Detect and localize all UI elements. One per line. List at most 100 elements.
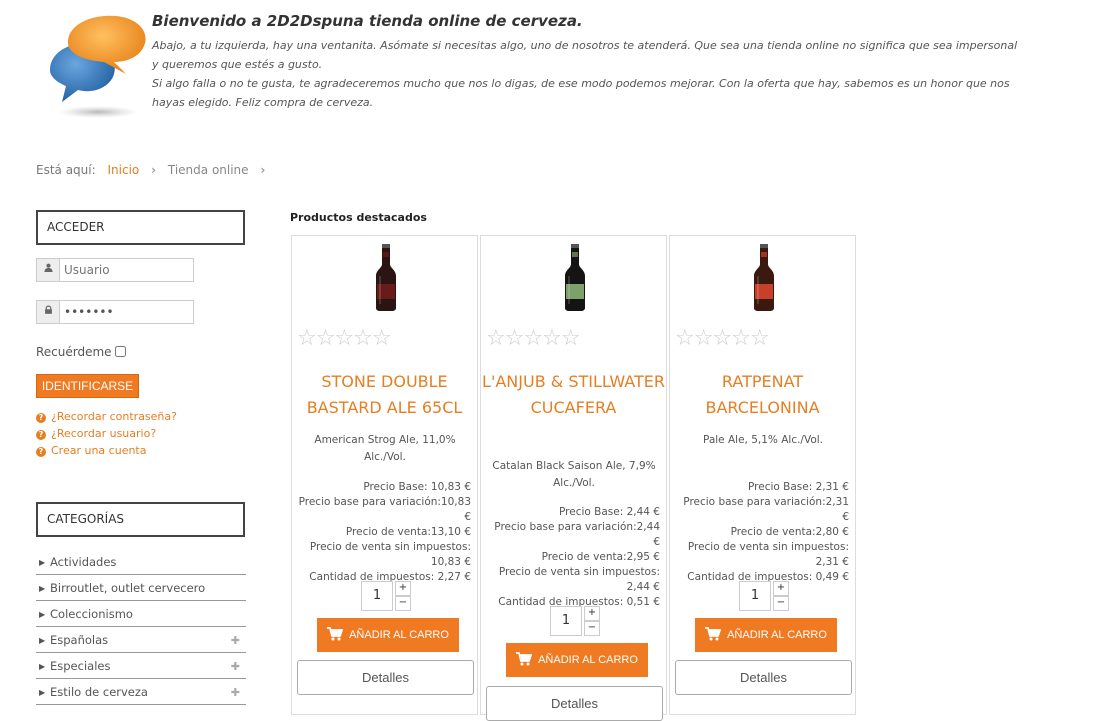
- category-item[interactable]: ▶ Actividades: [36, 550, 246, 575]
- remember-me-label: Recuérdeme: [36, 345, 112, 359]
- add-to-cart-label[interactable]: AÑADIR AL CARRO: [349, 629, 449, 641]
- price-line: Precio base para variación:10,83 €: [298, 496, 471, 523]
- breadcrumb-prefix: Está aquí:: [36, 163, 96, 177]
- featured-products-heading: Productos destacados: [290, 211, 427, 224]
- category-label[interactable]: Actividades: [50, 555, 116, 569]
- cart-icon: [705, 627, 722, 641]
- caret-right-icon: ▶: [39, 636, 46, 645]
- categories-module-title: CATEGORÍAS: [36, 502, 245, 537]
- welcome-paragraph: Abajo, a tu izquierda, hay una ventanita…: [152, 39, 1018, 71]
- price-line: 2,31 €: [815, 556, 849, 568]
- product-image[interactable]: [367, 242, 405, 312]
- breadcrumb-home-link[interactable]: Inicio: [108, 163, 140, 177]
- welcome-paragraph: Si algo falla o no te gusta, te agradece…: [152, 77, 1010, 109]
- quantity-stepper: 1 + −: [550, 606, 600, 638]
- price-line: Precio Base: 10,83 €: [363, 481, 471, 493]
- product-image[interactable]: [745, 242, 783, 312]
- cart-icon: [327, 627, 344, 641]
- expand-icon[interactable]: ✚: [231, 654, 240, 679]
- category-item[interactable]: ▶ Españolas ✚: [36, 628, 246, 653]
- add-to-cart-button[interactable]: AÑADIR AL CARRO: [506, 643, 648, 677]
- category-item[interactable]: ▶ Birroutlet, outlet cervecero: [36, 576, 246, 601]
- forgot-password-link[interactable]: ? ¿Recordar contraseña?: [36, 410, 177, 423]
- beer-bottle-icon: [565, 244, 585, 311]
- category-item[interactable]: ▶ Especiales ✚: [36, 654, 246, 679]
- caret-right-icon: ▶: [39, 662, 46, 671]
- price-line: Precio de venta sin impuestos:: [498, 566, 660, 578]
- login-button[interactable]: IDENTIFICARSE: [36, 374, 139, 398]
- expand-icon[interactable]: ✚: [231, 628, 240, 653]
- create-account-label[interactable]: Crear una cuenta: [51, 444, 146, 457]
- product-description: American Strog Ale, 11,0% Alc./Vol.: [314, 434, 456, 463]
- price-line: Precio de venta sin impuestos:: [309, 541, 471, 553]
- breadcrumb-current[interactable]: Tienda online: [168, 163, 249, 177]
- quantity-plus-button[interactable]: +: [584, 606, 600, 621]
- forgot-password-label[interactable]: ¿Recordar contraseña?: [51, 410, 177, 423]
- quantity-plus-button[interactable]: +: [395, 581, 411, 596]
- rating-stars-icon[interactable]: ☆☆☆☆☆: [486, 328, 581, 350]
- forgot-username-link[interactable]: ? ¿Recordar usuario?: [36, 427, 156, 440]
- details-button[interactable]: Detalles: [297, 660, 474, 695]
- welcome-title: Bienvenido a 2D2Dspuna tienda online de …: [152, 12, 583, 30]
- category-label[interactable]: Españolas: [50, 633, 108, 647]
- password-field[interactable]: [36, 300, 194, 324]
- quantity-plus-button[interactable]: +: [773, 581, 789, 596]
- question-circle-icon: ?: [36, 430, 46, 440]
- quantity-input[interactable]: 1: [739, 581, 771, 611]
- quantity-minus-button[interactable]: −: [395, 596, 411, 611]
- speech-bubbles-logo: [40, 10, 152, 122]
- caret-right-icon: ▶: [39, 584, 46, 593]
- question-circle-icon: ?: [36, 447, 46, 457]
- product-name[interactable]: STONE DOUBLE BASTARD ALE 65CL: [292, 369, 477, 421]
- product-name[interactable]: L'ANJUB & STILLWATER CUCAFERA: [481, 369, 666, 421]
- category-label[interactable]: Birroutlet, outlet cervecero: [50, 581, 205, 595]
- product-prices: Precio Base: 2,31 € Precio base para var…: [674, 480, 849, 585]
- category-label[interactable]: Especiales: [50, 659, 110, 673]
- chevron-right-icon: ›: [151, 163, 157, 177]
- rating-stars-icon[interactable]: ☆☆☆☆☆: [297, 328, 392, 350]
- add-to-cart-button[interactable]: AÑADIR AL CARRO: [317, 618, 459, 652]
- remember-me: Recuérdeme: [36, 345, 126, 359]
- price-line: Precio base para variación:2,44 €: [494, 521, 660, 548]
- product-description: Pale Ale, 5,1% Alc./Vol.: [702, 434, 824, 446]
- remember-me-checkbox[interactable]: [114, 346, 126, 357]
- quantity-input[interactable]: 1: [550, 606, 582, 636]
- category-label[interactable]: Estilo de cerveza: [50, 685, 148, 699]
- category-item[interactable]: ▶ Coleccionismo: [36, 602, 246, 627]
- add-to-cart-label[interactable]: AÑADIR AL CARRO: [727, 629, 827, 641]
- price-line: Precio base para variación:2,31 €: [683, 496, 849, 523]
- beer-bottle-icon: [376, 244, 396, 311]
- product-card: ☆☆☆☆☆ STONE DOUBLE BASTARD ALE 65CL Amer…: [291, 235, 478, 715]
- product-image[interactable]: [556, 242, 594, 312]
- beer-bottle-icon: [754, 244, 774, 311]
- product-description: Catalan Black Saison Ale, 7,9% Alc./Vol.: [492, 460, 656, 489]
- price-line: Precio de venta:2,95 €: [541, 551, 660, 563]
- add-to-cart-button[interactable]: AÑADIR AL CARRO: [695, 618, 837, 652]
- expand-icon[interactable]: ✚: [231, 680, 240, 705]
- login-module-title: ACCEDER: [36, 210, 245, 245]
- password-input[interactable]: [60, 301, 190, 323]
- price-line: Precio Base: 2,31 €: [748, 481, 849, 493]
- product-card: ☆☆☆☆☆ L'ANJUB & STILLWATER CUCAFERA Cata…: [480, 235, 667, 721]
- add-to-cart-label[interactable]: AÑADIR AL CARRO: [538, 654, 638, 666]
- caret-right-icon: ▶: [39, 688, 46, 697]
- quantity-input[interactable]: 1: [361, 581, 393, 611]
- details-button[interactable]: Detalles: [675, 660, 852, 695]
- quantity-minus-button[interactable]: −: [773, 596, 789, 611]
- create-account-link[interactable]: ? Crear una cuenta: [36, 444, 146, 457]
- details-button[interactable]: Detalles: [486, 686, 663, 721]
- username-input[interactable]: [60, 259, 190, 281]
- quantity-stepper: 1 + −: [361, 581, 411, 613]
- forgot-username-label[interactable]: ¿Recordar usuario?: [51, 427, 156, 440]
- user-icon: [37, 259, 60, 281]
- category-item[interactable]: ▶ Estilo de cerveza ✚: [36, 680, 246, 705]
- category-label[interactable]: Coleccionismo: [50, 607, 133, 621]
- rating-stars-icon[interactable]: ☆☆☆☆☆: [675, 328, 770, 350]
- product-prices: Precio Base: 10,83 € Precio base para va…: [296, 480, 471, 585]
- username-field[interactable]: [36, 258, 194, 282]
- price-line: 10,83 €: [430, 556, 471, 568]
- price-line: Precio de venta:13,10 €: [345, 526, 471, 538]
- price-line: 2,44 €: [626, 581, 660, 593]
- quantity-minus-button[interactable]: −: [584, 621, 600, 636]
- product-name[interactable]: RATPENAT BARCELONINA: [670, 369, 855, 421]
